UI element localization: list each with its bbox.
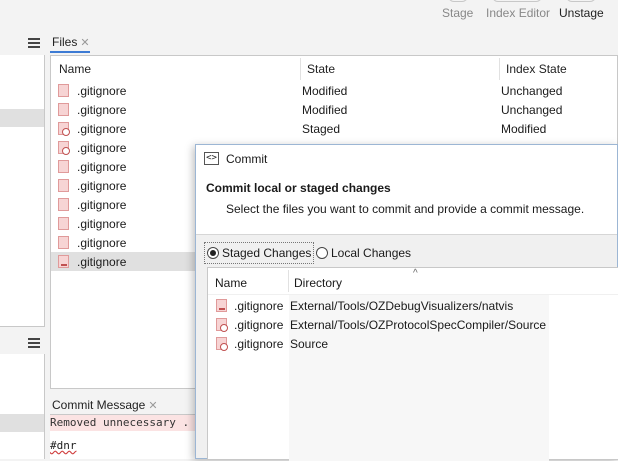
file-index-state: Unchanged	[501, 103, 563, 117]
commit-message-line[interactable]: Removed unnecessary .	[50, 415, 210, 431]
left-top-panel	[0, 55, 45, 327]
file-name: .gitignore	[77, 255, 127, 269]
toolbar-button-edge	[566, 0, 596, 2]
column-header-state[interactable]: State	[307, 62, 335, 76]
file-modified-icon	[58, 198, 69, 211]
file-modified-icon	[58, 160, 69, 173]
commit-dialog: <> Commit Commit local or staged changes…	[195, 144, 618, 461]
radio-button[interactable]	[316, 247, 328, 259]
left-panel-selected-row[interactable]	[0, 414, 44, 432]
file-name: .gitignore	[77, 179, 127, 193]
list-item[interactable]: .gitignore Source	[208, 334, 618, 353]
close-icon[interactable]: ✕	[148, 400, 157, 412]
file-name: .gitignore	[77, 103, 127, 117]
file-name: .gitignore	[234, 337, 284, 351]
file-name: .gitignore	[77, 236, 127, 250]
file-state: Staged	[302, 122, 341, 136]
dialog-heading: Commit local or staged changes	[206, 181, 391, 195]
file-unstaged-icon	[58, 255, 69, 268]
dialog-title: Commit	[226, 152, 268, 166]
column-header-name[interactable]: Name	[59, 62, 91, 76]
file-staged-icon	[216, 337, 228, 351]
file-modified-icon	[58, 103, 69, 116]
file-name: .gitignore	[77, 160, 127, 174]
left-panel-selected-row[interactable]	[0, 109, 44, 127]
dialog-header: Commit local or staged changes Select th…	[196, 173, 617, 235]
file-index-state: Modified	[501, 122, 547, 136]
file-name: .gitignore	[77, 217, 127, 231]
file-name: .gitignore	[77, 122, 127, 136]
radio-button[interactable]	[207, 247, 219, 259]
commit-icon: <>	[204, 152, 219, 165]
table-row[interactable]: .gitignore Modified Unchanged	[51, 100, 618, 119]
file-modified-icon	[58, 236, 69, 249]
menu-icon[interactable]	[28, 38, 40, 48]
list-item[interactable]: .gitignore External/Tools/OZDebugVisualiz…	[208, 296, 618, 315]
column-header-name[interactable]: Name	[215, 276, 247, 290]
column-header-index-state[interactable]: Index State	[506, 62, 567, 76]
commit-message-line[interactable]: #dnr	[50, 439, 77, 452]
index-editor-button[interactable]: Index Editor	[486, 6, 550, 20]
radio-local-changes[interactable]: Local Changes	[316, 246, 411, 260]
file-directory: External/Tools/OZDebugVisualizers/natvis	[290, 299, 514, 313]
dialog-subheading: Select the files you want to commit and …	[226, 202, 585, 216]
file-modified-icon	[58, 217, 69, 230]
tab-files[interactable]: Files ✕	[52, 35, 90, 49]
stage-button[interactable]: Stage	[442, 6, 473, 20]
left-bottom-panel	[0, 354, 45, 459]
file-unstaged-icon	[216, 299, 227, 312]
radio-label: Staged Changes	[222, 246, 312, 260]
dialog-titlebar[interactable]: <> Commit	[196, 145, 617, 173]
file-modified-icon	[58, 84, 69, 97]
tab-label: Files	[52, 35, 78, 49]
file-modified-icon	[58, 179, 69, 192]
file-name: .gitignore	[77, 198, 127, 212]
sort-ascending-icon: ^	[413, 268, 418, 279]
toolbar-button-edge	[492, 0, 542, 2]
file-staged-icon	[58, 141, 70, 155]
file-state: Modified	[302, 103, 348, 117]
radio-label: Local Changes	[331, 246, 412, 260]
file-directory: External/Tools/OZProtocolSpecCompiler/So…	[290, 318, 547, 332]
active-tab-indicator	[50, 51, 90, 53]
column-divider[interactable]	[300, 58, 301, 80]
file-name: .gitignore	[234, 318, 284, 332]
list-item[interactable]: .gitignore External/Tools/OZProtocolSpecC…	[208, 315, 618, 334]
misspelled-text: #dnr	[50, 439, 77, 452]
file-name: .gitignore	[234, 299, 284, 313]
file-state: Modified	[302, 84, 348, 98]
column-header-directory[interactable]: Directory	[294, 276, 342, 290]
close-icon[interactable]: ✕	[80, 37, 89, 49]
toolbar-button-edge	[448, 0, 468, 2]
unstage-button[interactable]: Unstage	[559, 6, 604, 20]
tab-commit-message[interactable]: Commit Message ✕	[52, 398, 158, 412]
radio-staged-changes[interactable]: Staged Changes	[207, 246, 311, 260]
file-name: .gitignore	[77, 84, 127, 98]
column-divider[interactable]	[499, 58, 500, 80]
column-divider[interactable]	[288, 270, 289, 292]
tab-label: Commit Message	[52, 398, 146, 412]
file-name: .gitignore	[77, 141, 127, 155]
changes-list: ^ Name Directory .gitignore External/Tool…	[207, 267, 618, 461]
file-staged-icon	[216, 318, 228, 332]
table-row[interactable]: .gitignore Modified Unchanged	[51, 81, 618, 100]
file-index-state: Unchanged	[501, 84, 563, 98]
menu-icon[interactable]	[28, 338, 40, 348]
table-row[interactable]: .gitignore Staged Modified	[51, 119, 618, 138]
file-staged-icon	[58, 122, 70, 136]
file-directory: Source	[290, 337, 329, 351]
